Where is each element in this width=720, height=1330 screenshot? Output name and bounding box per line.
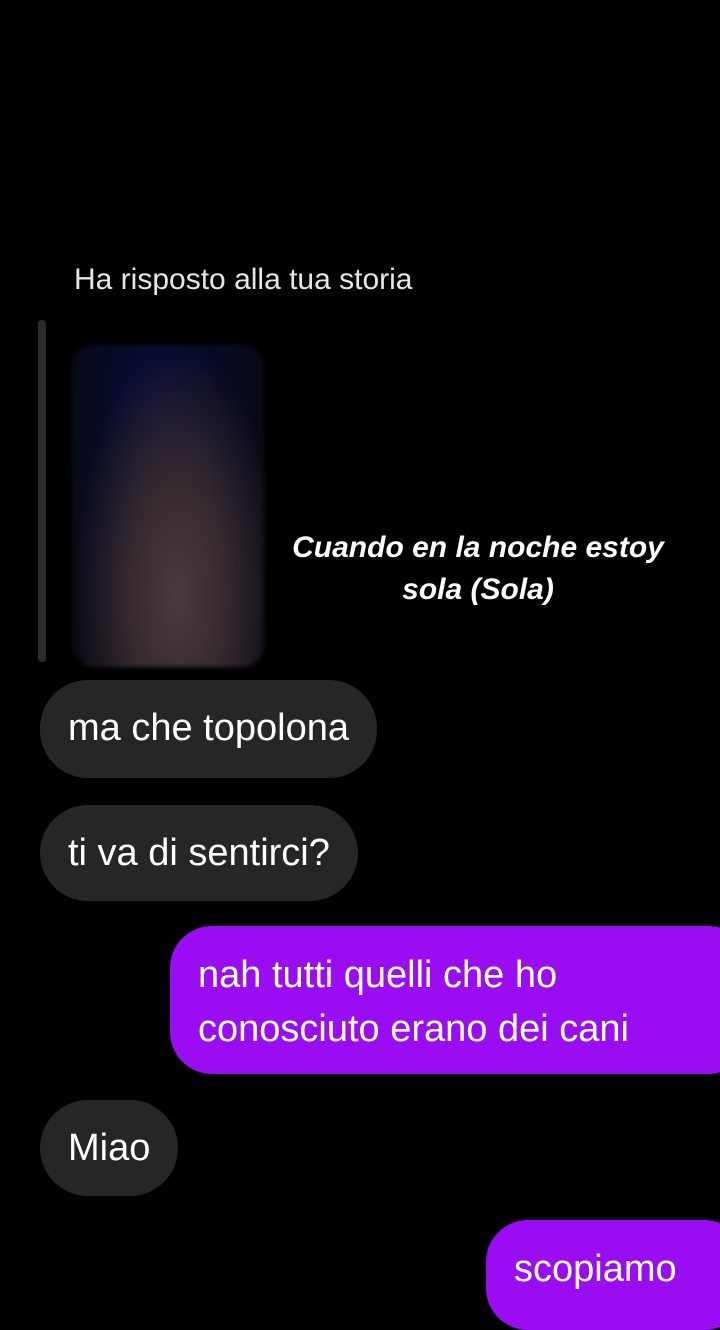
message-text-line-2: conosciuto erano dei cani (198, 1008, 629, 1050)
story-reply-bar (38, 320, 46, 662)
message-bubble-incoming[interactable]: Miao (40, 1100, 179, 1196)
message-bubble-incoming[interactable]: ma che topolona (40, 680, 377, 778)
message-text: ti va di sentirci? (68, 832, 330, 874)
message-text-line-1: nah tutti quelli che ho (198, 954, 558, 996)
message-bubble-outgoing[interactable]: scopiamo (486, 1220, 720, 1330)
story-thumbnail[interactable] (72, 345, 264, 667)
message-text: scopiamo (514, 1248, 677, 1290)
message-bubble-incoming[interactable]: ti va di sentirci? (40, 805, 358, 901)
message-text: Miao (68, 1127, 151, 1169)
story-caption-line-2: sola (Sola) (402, 573, 554, 606)
message-bubble-outgoing[interactable]: nah tutti quelli che ho conosciuto erano… (170, 926, 720, 1074)
story-caption-line-1: Cuando en la noche estoy (292, 531, 664, 564)
story-caption: Cuando en la noche estoy sola (Sola) (258, 527, 698, 611)
story-reply-header: Ha risposto alla tua storia (74, 263, 413, 296)
message-text: ma che topolona (68, 707, 349, 749)
